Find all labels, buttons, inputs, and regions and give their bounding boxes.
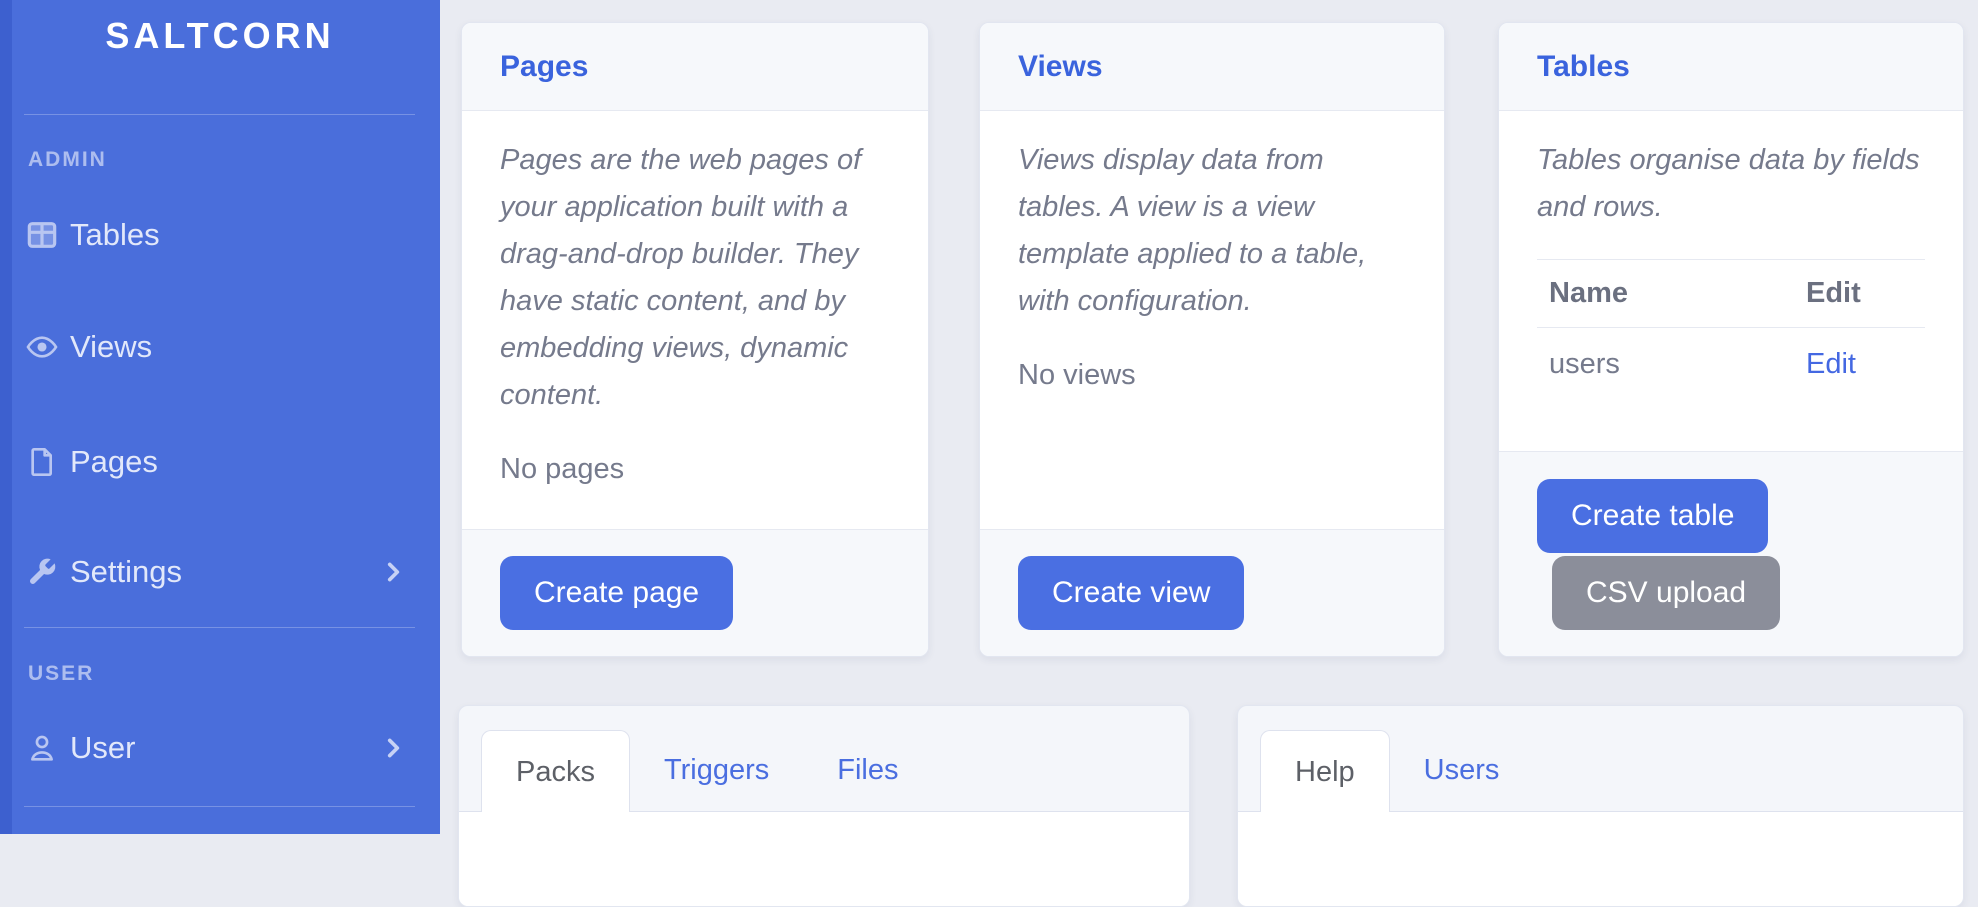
- pages-empty-text: No pages: [500, 453, 890, 486]
- views-description: Views display data from tables. A view i…: [1018, 137, 1406, 325]
- help-tab-card: Help Users: [1237, 705, 1964, 907]
- tables-description: Tables organise data by fields and rows.: [1537, 137, 1925, 231]
- pages-card: Pages Pages are the web pages of your ap…: [461, 22, 929, 657]
- tables-card-body: Tables organise data by fields and rows.…: [1499, 111, 1963, 401]
- tab-files[interactable]: Files: [803, 729, 932, 811]
- views-empty-text: No views: [1018, 359, 1406, 392]
- packs-tab-bar: Packs Triggers Files: [459, 706, 1189, 812]
- pages-card-title: Pages: [500, 50, 588, 84]
- app-logo[interactable]: SALTCORN: [0, 14, 440, 58]
- tab-triggers[interactable]: Triggers: [630, 729, 803, 811]
- tables-card-header: Tables: [1499, 23, 1963, 111]
- sidebar-section-admin-label: ADMIN: [28, 148, 107, 172]
- views-card: Views Views display data from tables. A …: [979, 22, 1445, 657]
- sidebar-item-label: Views: [70, 329, 152, 365]
- tables-list-header-row: Name Edit: [1537, 260, 1925, 328]
- create-view-button[interactable]: Create view: [1018, 556, 1244, 630]
- sidebar-section-user-label: USER: [28, 662, 94, 686]
- tables-card-title: Tables: [1537, 50, 1630, 84]
- chevron-right-icon: [380, 559, 406, 585]
- tab-help[interactable]: Help: [1260, 730, 1390, 812]
- packs-tab-card: Packs Triggers Files: [458, 705, 1190, 907]
- tables-list-name-header: Name: [1537, 260, 1794, 328]
- table-name-cell: users: [1537, 328, 1794, 402]
- sidebar-item-views[interactable]: Views: [0, 319, 440, 375]
- views-card-header: Views: [980, 23, 1444, 111]
- tables-card-footer: Create table CSV upload: [1499, 451, 1963, 656]
- sidebar-divider: [24, 114, 415, 115]
- create-page-button[interactable]: Create page: [500, 556, 733, 630]
- wrench-icon: [26, 556, 58, 588]
- create-table-button[interactable]: Create table: [1537, 479, 1768, 553]
- tab-users[interactable]: Users: [1390, 729, 1534, 811]
- sidebar-item-label: Settings: [70, 554, 182, 590]
- pages-description: Pages are the web pages of your applicat…: [500, 137, 890, 419]
- tab-packs[interactable]: Packs: [481, 730, 630, 812]
- tables-list-edit-header: Edit: [1794, 260, 1925, 328]
- sidebar-item-pages[interactable]: Pages: [0, 434, 440, 490]
- file-icon: [26, 446, 58, 478]
- help-tab-bar: Help Users: [1238, 706, 1963, 812]
- views-card-body: Views display data from tables. A view i…: [980, 111, 1444, 392]
- user-icon: [26, 732, 58, 764]
- sidebar-divider: [24, 627, 415, 628]
- chevron-right-icon: [380, 735, 406, 761]
- help-tab-panel: [1238, 812, 1963, 906]
- pages-card-body: Pages are the web pages of your applicat…: [462, 111, 928, 486]
- sidebar-edge-strip: [0, 0, 12, 834]
- pages-card-header: Pages: [462, 23, 928, 111]
- table-icon: [26, 219, 58, 251]
- sidebar-item-settings[interactable]: Settings: [0, 544, 440, 600]
- sidebar-item-label: Tables: [70, 217, 160, 253]
- csv-upload-button[interactable]: CSV upload: [1552, 556, 1780, 630]
- sidebar-item-label: User: [70, 730, 135, 766]
- eye-icon: [26, 331, 58, 363]
- sidebar-item-tables[interactable]: Tables: [0, 207, 440, 263]
- packs-tab-panel: [459, 812, 1189, 906]
- tables-list: Name Edit users Edit: [1537, 259, 1925, 401]
- views-card-footer: Create view: [980, 529, 1444, 656]
- tables-card: Tables Tables organise data by fields an…: [1498, 22, 1964, 657]
- table-row: users Edit: [1537, 328, 1925, 402]
- pages-card-footer: Create page: [462, 529, 928, 656]
- sidebar-divider: [24, 806, 415, 807]
- sidebar-item-label: Pages: [70, 444, 158, 480]
- sidebar: SALTCORN ADMIN Tables Views Pages: [0, 0, 440, 834]
- views-card-title: Views: [1018, 50, 1103, 84]
- sidebar-item-user[interactable]: User: [0, 720, 440, 776]
- edit-table-link[interactable]: Edit: [1806, 348, 1856, 380]
